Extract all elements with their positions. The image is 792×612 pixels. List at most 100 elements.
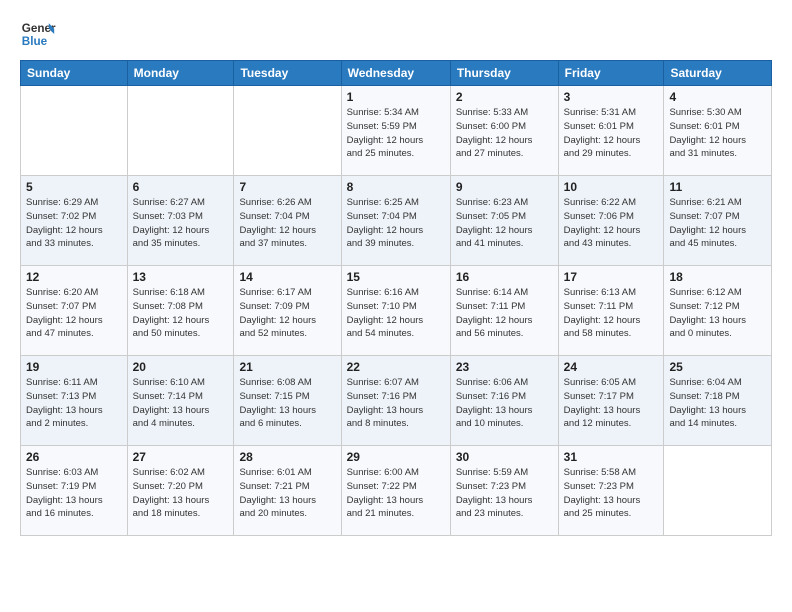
day-number: 6: [133, 180, 229, 194]
day-number: 5: [26, 180, 122, 194]
day-cell: 26 Sunrise: 6:03 AM Sunset: 7:19 PM Dayli…: [21, 446, 128, 536]
day-info: Sunrise: 5:30 AM Sunset: 6:01 PM Dayligh…: [669, 106, 766, 161]
day-cell: 24 Sunrise: 6:05 AM Sunset: 7:17 PM Dayli…: [558, 356, 664, 446]
calendar: SundayMondayTuesdayWednesdayThursdayFrid…: [20, 60, 772, 536]
day-info: Sunrise: 6:27 AM Sunset: 7:03 PM Dayligh…: [133, 196, 229, 251]
day-info: Sunrise: 6:12 AM Sunset: 7:12 PM Dayligh…: [669, 286, 766, 341]
day-info: Sunrise: 6:23 AM Sunset: 7:05 PM Dayligh…: [456, 196, 553, 251]
day-number: 30: [456, 450, 553, 464]
day-cell: 22Sunrise: 6:07 AM Sunset: 7:16 PM Dayli…: [341, 356, 450, 446]
day-cell: 23 Sunrise: 6:06 AM Sunset: 7:16 PM Dayli…: [450, 356, 558, 446]
week-row-5: 26 Sunrise: 6:03 AM Sunset: 7:19 PM Dayli…: [21, 446, 772, 536]
day-cell: 11 Sunrise: 6:21 AM Sunset: 7:07 PM Dayli…: [664, 176, 772, 266]
day-info: Sunrise: 5:59 AM Sunset: 7:23 PM Dayligh…: [456, 466, 553, 521]
day-cell: 14 Sunrise: 6:17 AM Sunset: 7:09 PM Dayli…: [234, 266, 341, 356]
calendar-body: 1Sunrise: 5:34 AM Sunset: 5:59 PM Daylig…: [21, 86, 772, 536]
weekday-header-saturday: Saturday: [664, 61, 772, 86]
day-cell: 13 Sunrise: 6:18 AM Sunset: 7:08 PM Dayli…: [127, 266, 234, 356]
day-info: Sunrise: 6:06 AM Sunset: 7:16 PM Dayligh…: [456, 376, 553, 431]
day-number: 17: [564, 270, 659, 284]
svg-text:Blue: Blue: [22, 35, 48, 48]
week-row-3: 12 Sunrise: 6:20 AM Sunset: 7:07 PM Dayli…: [21, 266, 772, 356]
week-row-2: 5 Sunrise: 6:29 AM Sunset: 7:02 PM Daylig…: [21, 176, 772, 266]
day-info: Sunrise: 6:26 AM Sunset: 7:04 PM Dayligh…: [239, 196, 335, 251]
day-cell: 20Sunrise: 6:10 AM Sunset: 7:14 PM Dayli…: [127, 356, 234, 446]
day-cell: 27Sunrise: 6:02 AM Sunset: 7:20 PM Dayli…: [127, 446, 234, 536]
day-number: 28: [239, 450, 335, 464]
day-cell: 3 Sunrise: 5:31 AM Sunset: 6:01 PM Daylig…: [558, 86, 664, 176]
day-cell: 19 Sunrise: 6:11 AM Sunset: 7:13 PM Dayli…: [21, 356, 128, 446]
day-number: 31: [564, 450, 659, 464]
page: General Blue SundayMondayTuesdayWednesda…: [0, 0, 792, 552]
day-cell: 8Sunrise: 6:25 AM Sunset: 7:04 PM Daylig…: [341, 176, 450, 266]
day-info: Sunrise: 6:16 AM Sunset: 7:10 PM Dayligh…: [347, 286, 445, 341]
day-number: 18: [669, 270, 766, 284]
day-cell: 31 Sunrise: 5:58 AM Sunset: 7:23 PM Dayli…: [558, 446, 664, 536]
day-cell: 30 Sunrise: 5:59 AM Sunset: 7:23 PM Dayli…: [450, 446, 558, 536]
day-number: 14: [239, 270, 335, 284]
day-cell: 17 Sunrise: 6:13 AM Sunset: 7:11 PM Dayli…: [558, 266, 664, 356]
day-number: 23: [456, 360, 553, 374]
day-number: 8: [347, 180, 445, 194]
weekday-header-wednesday: Wednesday: [341, 61, 450, 86]
day-info: Sunrise: 6:04 AM Sunset: 7:18 PM Dayligh…: [669, 376, 766, 431]
day-cell: [21, 86, 128, 176]
logo: General Blue: [20, 16, 56, 52]
day-cell: 2 Sunrise: 5:33 AM Sunset: 6:00 PM Daylig…: [450, 86, 558, 176]
day-info: Sunrise: 5:58 AM Sunset: 7:23 PM Dayligh…: [564, 466, 659, 521]
day-cell: 15 Sunrise: 6:16 AM Sunset: 7:10 PM Dayli…: [341, 266, 450, 356]
day-number: 2: [456, 90, 553, 104]
day-number: 4: [669, 90, 766, 104]
day-info: Sunrise: 6:08 AM Sunset: 7:15 PM Dayligh…: [239, 376, 335, 431]
day-number: 7: [239, 180, 335, 194]
day-number: 3: [564, 90, 659, 104]
day-number: 9: [456, 180, 553, 194]
day-info: Sunrise: 6:05 AM Sunset: 7:17 PM Dayligh…: [564, 376, 659, 431]
day-info: Sunrise: 6:14 AM Sunset: 7:11 PM Dayligh…: [456, 286, 553, 341]
weekday-header-tuesday: Tuesday: [234, 61, 341, 86]
day-cell: [234, 86, 341, 176]
day-cell: 9 Sunrise: 6:23 AM Sunset: 7:05 PM Daylig…: [450, 176, 558, 266]
day-info: Sunrise: 6:02 AM Sunset: 7:20 PM Dayligh…: [133, 466, 229, 521]
day-number: 22: [347, 360, 445, 374]
day-info: Sunrise: 6:18 AM Sunset: 7:08 PM Dayligh…: [133, 286, 229, 341]
day-info: Sunrise: 6:29 AM Sunset: 7:02 PM Dayligh…: [26, 196, 122, 251]
day-info: Sunrise: 5:34 AM Sunset: 5:59 PM Dayligh…: [347, 106, 445, 161]
day-info: Sunrise: 6:10 AM Sunset: 7:14 PM Dayligh…: [133, 376, 229, 431]
day-number: 13: [133, 270, 229, 284]
day-info: Sunrise: 6:17 AM Sunset: 7:09 PM Dayligh…: [239, 286, 335, 341]
day-number: 11: [669, 180, 766, 194]
weekday-header-row: SundayMondayTuesdayWednesdayThursdayFrid…: [21, 61, 772, 86]
day-info: Sunrise: 6:01 AM Sunset: 7:21 PM Dayligh…: [239, 466, 335, 521]
day-info: Sunrise: 5:31 AM Sunset: 6:01 PM Dayligh…: [564, 106, 659, 161]
day-cell: 10Sunrise: 6:22 AM Sunset: 7:06 PM Dayli…: [558, 176, 664, 266]
day-info: Sunrise: 6:20 AM Sunset: 7:07 PM Dayligh…: [26, 286, 122, 341]
day-cell: 28 Sunrise: 6:01 AM Sunset: 7:21 PM Dayli…: [234, 446, 341, 536]
day-info: Sunrise: 6:03 AM Sunset: 7:19 PM Dayligh…: [26, 466, 122, 521]
day-number: 15: [347, 270, 445, 284]
day-number: 21: [239, 360, 335, 374]
day-number: 26: [26, 450, 122, 464]
day-number: 24: [564, 360, 659, 374]
weekday-header-friday: Friday: [558, 61, 664, 86]
week-row-1: 1Sunrise: 5:34 AM Sunset: 5:59 PM Daylig…: [21, 86, 772, 176]
day-number: 19: [26, 360, 122, 374]
weekday-header-monday: Monday: [127, 61, 234, 86]
day-cell: 6 Sunrise: 6:27 AM Sunset: 7:03 PM Daylig…: [127, 176, 234, 266]
day-cell: 5 Sunrise: 6:29 AM Sunset: 7:02 PM Daylig…: [21, 176, 128, 266]
day-number: 12: [26, 270, 122, 284]
weekday-header-sunday: Sunday: [21, 61, 128, 86]
day-info: Sunrise: 6:22 AM Sunset: 7:06 PM Dayligh…: [564, 196, 659, 251]
day-cell: [127, 86, 234, 176]
header: General Blue: [20, 16, 772, 52]
day-cell: 1Sunrise: 5:34 AM Sunset: 5:59 PM Daylig…: [341, 86, 450, 176]
day-info: Sunrise: 6:13 AM Sunset: 7:11 PM Dayligh…: [564, 286, 659, 341]
day-cell: 25Sunrise: 6:04 AM Sunset: 7:18 PM Dayli…: [664, 356, 772, 446]
day-info: Sunrise: 5:33 AM Sunset: 6:00 PM Dayligh…: [456, 106, 553, 161]
day-cell: 12 Sunrise: 6:20 AM Sunset: 7:07 PM Dayli…: [21, 266, 128, 356]
weekday-header-thursday: Thursday: [450, 61, 558, 86]
day-info: Sunrise: 6:11 AM Sunset: 7:13 PM Dayligh…: [26, 376, 122, 431]
day-info: Sunrise: 6:21 AM Sunset: 7:07 PM Dayligh…: [669, 196, 766, 251]
week-row-4: 19 Sunrise: 6:11 AM Sunset: 7:13 PM Dayli…: [21, 356, 772, 446]
day-cell: [664, 446, 772, 536]
